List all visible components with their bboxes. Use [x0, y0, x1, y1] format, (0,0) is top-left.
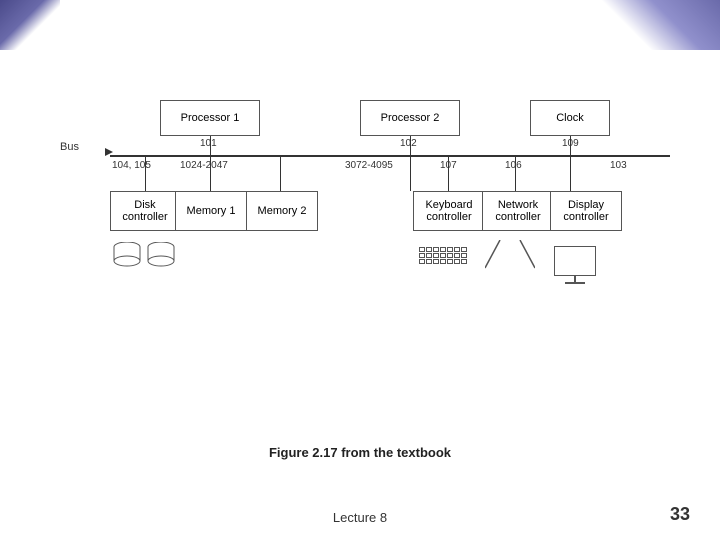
proc1-down-vline: [210, 156, 211, 191]
corner-decoration-tr: [600, 0, 720, 50]
proc1-id: 101: [200, 138, 217, 149]
keyboard-controller-label: Keyboardcontroller: [425, 199, 472, 223]
addr-106: 106: [505, 160, 522, 171]
network-controller-box: Networkcontroller: [482, 191, 554, 231]
memory-1-box: Memory 1: [175, 191, 247, 231]
figure-caption: Figure 2.17 from the textbook: [0, 445, 720, 460]
memory-1-label: Memory 1: [187, 205, 236, 217]
keyboard-down-vline: [448, 156, 449, 191]
proc2-down-vline: [410, 156, 411, 191]
proc1-addr: 1024-2047: [180, 160, 228, 171]
network-controller-label: Networkcontroller: [495, 199, 540, 223]
memory-2-box: Memory 2: [246, 191, 318, 231]
proc2-id: 102: [400, 138, 417, 149]
network-down-vline: [515, 156, 516, 191]
clock-label: Clock: [556, 112, 584, 124]
monitor-icon: [554, 240, 596, 284]
page-number: 33: [670, 504, 690, 525]
disk-cylinder-2-icon: [146, 242, 176, 270]
display-controller-label: Displaycontroller: [563, 199, 608, 223]
clock-id: 109: [562, 138, 579, 149]
disk-cylinder-1-icon: [112, 242, 142, 270]
keyboard-controller-box: Keyboardcontroller: [413, 191, 485, 231]
disk-controller-box: Diskcontroller: [110, 191, 180, 231]
clock-addr: 103: [610, 160, 627, 171]
disk-down-vline: [145, 156, 146, 191]
display-controller-box: Displaycontroller: [550, 191, 622, 231]
processor-2-box: Processor 2: [360, 100, 460, 136]
disk-controller-label: Diskcontroller: [122, 199, 167, 223]
corner-decoration-tl: [0, 0, 60, 50]
keyboard-icon: [419, 243, 467, 264]
clock-down-vline: [570, 156, 571, 191]
processor-1-box: Processor 1: [160, 100, 260, 136]
lecture-label: Lecture 8: [333, 510, 387, 525]
bus-line: [110, 155, 670, 157]
clock-box: Clock: [530, 100, 610, 136]
diagram-area: Bus Processor 1 101 1024-2047 Processor …: [50, 60, 680, 380]
processor-2-label: Processor 2: [381, 112, 440, 124]
processor-1-label: Processor 1: [181, 112, 240, 124]
proc2-addr: 3072-4095: [345, 160, 393, 171]
memory2-down-vline: [280, 156, 281, 191]
network-icon: [485, 240, 535, 270]
bus-label: Bus: [60, 141, 79, 153]
memory-2-label: Memory 2: [258, 205, 307, 217]
